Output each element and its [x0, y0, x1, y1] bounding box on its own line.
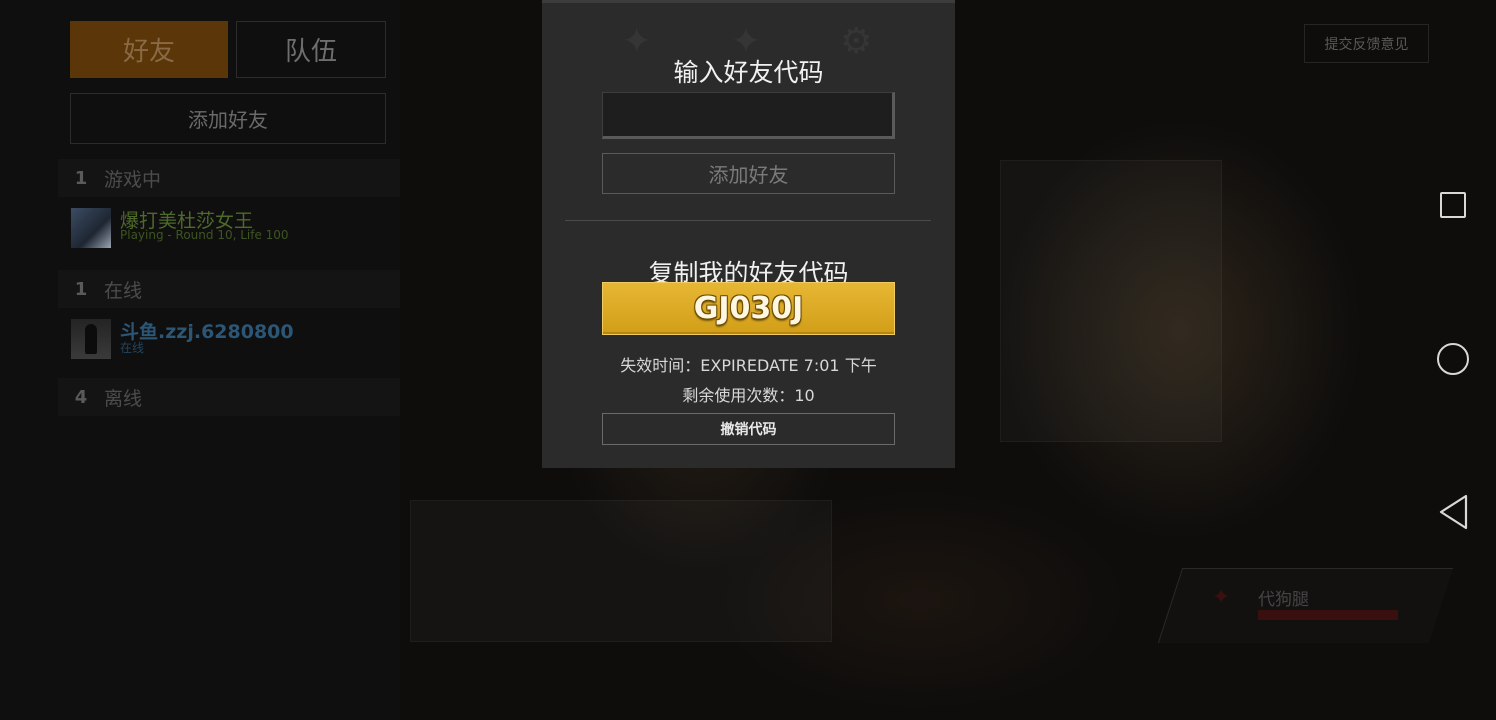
group-count: 4: [74, 386, 88, 408]
friend-code-input[interactable]: [602, 92, 895, 139]
my-friend-code-button[interactable]: GJ030J: [602, 282, 895, 335]
character-name: 代狗腿: [1258, 590, 1309, 610]
remaining-uses-text: 剩余使用次数：10: [682, 386, 815, 405]
revoke-code-button[interactable]: 撤销代码: [602, 413, 895, 445]
avatar: [71, 208, 111, 248]
divider: [565, 220, 931, 221]
group-label: 在线: [104, 279, 143, 302]
group-label: 游戏中: [104, 168, 162, 191]
social-panel: 好友 队伍 添加好友 1 游戏中 爆打美杜莎女王 Playing - Round…: [0, 0, 400, 720]
friend-status: Playing - Round 10, Life 100: [120, 228, 289, 242]
triangle-back-icon[interactable]: [1438, 494, 1470, 530]
group-header-ingame[interactable]: 1 游戏中: [58, 159, 400, 197]
group-header-offline[interactable]: 4 离线: [58, 378, 400, 416]
add-friend-button[interactable]: 添加好友: [70, 93, 386, 144]
expire-time-text: 失效时间：EXPIREDATE 7:01 下午: [620, 356, 877, 375]
group-label: 离线: [104, 387, 143, 410]
group-header-online[interactable]: 1 在线: [58, 270, 400, 308]
friend-code-dialog: ✦ ✦ ⚙ 输入好友代码 添加好友 复制我的好友代码 GJ030J 失效时间：EXP…: [542, 0, 955, 468]
tab-friends[interactable]: 好友: [70, 21, 228, 78]
background-panel: [410, 500, 832, 642]
character-class-icon: ✦: [1212, 585, 1231, 610]
group-count: 1: [74, 278, 88, 300]
add-friend-confirm-button[interactable]: 添加好友: [602, 153, 895, 194]
square-icon[interactable]: [1440, 192, 1466, 218]
group-count: 1: [74, 167, 88, 189]
friend-name: 斗鱼.zzj.6280800: [120, 321, 294, 343]
enter-code-title: 输入好友代码: [673, 58, 824, 87]
friend-row[interactable]: 斗鱼.zzj.6280800 在线: [58, 313, 400, 367]
circle-icon[interactable]: [1437, 343, 1469, 375]
background-panel: [1000, 160, 1222, 442]
tab-team[interactable]: 队伍: [236, 21, 386, 78]
friend-status: 在线: [120, 341, 145, 355]
avatar: [71, 319, 111, 359]
feedback-button[interactable]: 提交反馈意见: [1304, 24, 1429, 63]
character-subtitle-bar: [1258, 610, 1398, 620]
friend-row[interactable]: 爆打美杜莎女王 Playing - Round 10, Life 100: [58, 202, 400, 256]
